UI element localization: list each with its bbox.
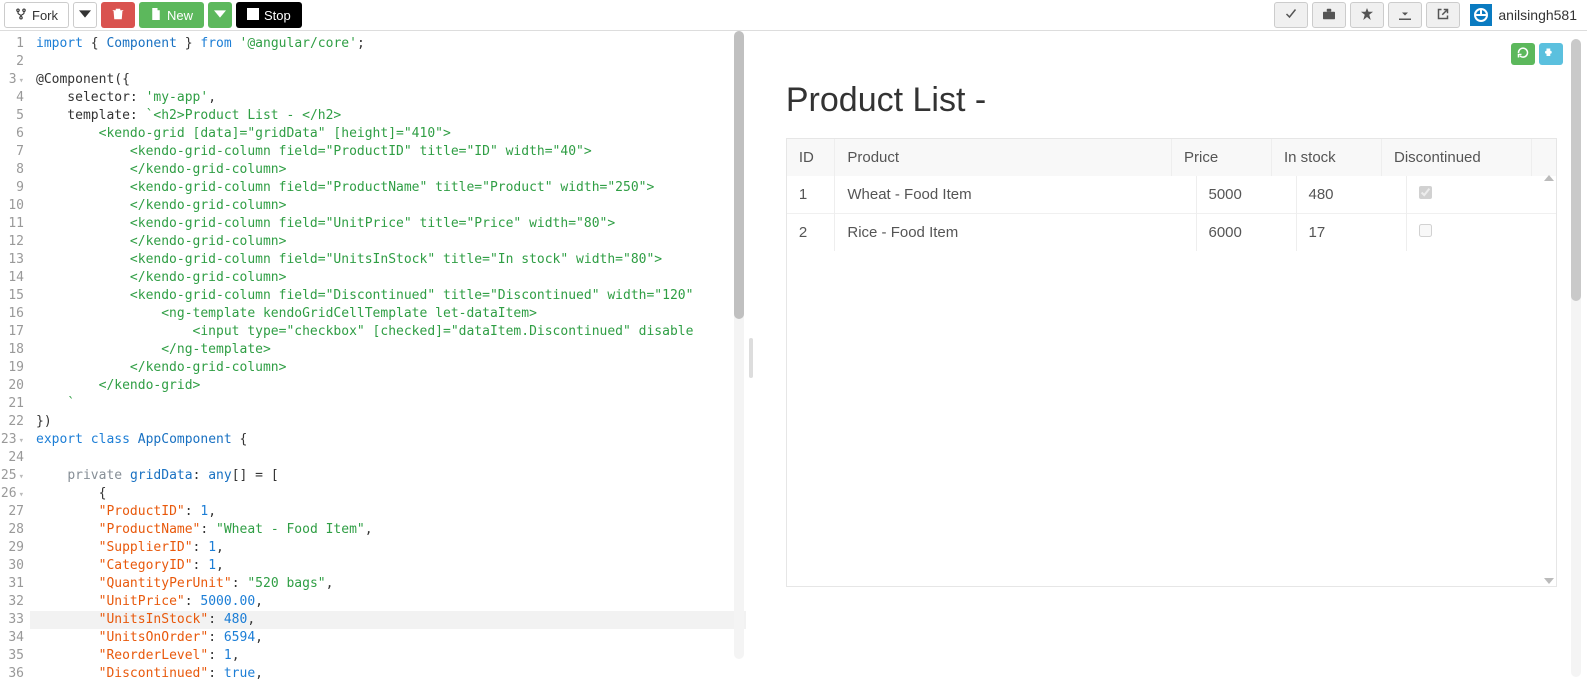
username-label: anilsingh581 — [1498, 7, 1577, 23]
new-button[interactable]: New — [139, 2, 204, 28]
external-link-icon — [1437, 8, 1449, 23]
briefcase-button[interactable] — [1312, 2, 1346, 28]
caret-down-icon — [79, 8, 91, 23]
caret-down-icon — [214, 8, 226, 23]
grid-scroll-up-icon[interactable] — [1544, 175, 1554, 181]
grid-col-id[interactable]: ID — [787, 139, 835, 176]
expand-preview-button[interactable] — [1539, 43, 1563, 65]
table-row[interactable]: 1Wheat - Food Item5000480 — [787, 176, 1556, 214]
star-icon — [1361, 8, 1373, 23]
trash-icon — [112, 8, 124, 23]
star-button[interactable] — [1350, 2, 1384, 28]
discontinued-checkbox — [1419, 224, 1432, 237]
preview-scrollbar-thumb[interactable] — [1571, 39, 1581, 301]
editor-pane: 1234567891011121314151617181920212223242… — [0, 31, 746, 685]
grid-col-price[interactable]: Price — [1172, 139, 1272, 176]
check-button[interactable] — [1274, 2, 1308, 28]
new-label: New — [167, 8, 193, 23]
user-avatar-icon — [1470, 4, 1492, 26]
grid-scroll-down-icon[interactable] — [1544, 578, 1554, 584]
download-button[interactable] — [1388, 2, 1422, 28]
fork-icon — [15, 8, 27, 23]
product-grid: IDProductPriceIn stockDiscontinued 1Whea… — [786, 138, 1557, 587]
preview-actions — [1511, 43, 1563, 65]
editor-code[interactable]: import { Component } from '@angular/core… — [30, 31, 746, 685]
open-external-button[interactable] — [1426, 2, 1460, 28]
workspace: 1234567891011121314151617181920212223242… — [0, 30, 1587, 685]
fork-label: Fork — [32, 8, 58, 23]
stop-button[interactable]: Stop — [236, 2, 302, 28]
topbar: Fork New Stop — [0, 0, 1587, 30]
preview-pane: Product List - IDProductPriceIn stockDis… — [756, 31, 1587, 685]
grid-body: 1Wheat - Food Item50004802Rice - Food It… — [787, 176, 1556, 251]
table-row[interactable]: 2Rice - Food Item600017 — [787, 214, 1556, 252]
refresh-icon — [1517, 46, 1529, 62]
grid-header: IDProductPriceIn stockDiscontinued — [787, 139, 1556, 176]
download-icon — [1399, 8, 1411, 23]
fork-button[interactable]: Fork — [4, 2, 69, 28]
grid-col-discontinued[interactable]: Discontinued — [1382, 139, 1532, 176]
discontinued-checkbox — [1419, 186, 1432, 199]
editor-scrollbar-thumb[interactable] — [734, 31, 744, 319]
briefcase-icon — [1323, 8, 1335, 23]
grid-col-in-stock[interactable]: In stock — [1272, 139, 1382, 176]
grid-col-product[interactable]: Product — [835, 139, 1172, 176]
editor-gutter: 1234567891011121314151617181920212223242… — [0, 31, 30, 685]
file-icon — [150, 8, 162, 23]
stop-icon — [247, 8, 259, 23]
new-dropdown[interactable] — [208, 2, 232, 28]
fork-dropdown[interactable] — [73, 2, 97, 28]
preview-title: Product List - — [786, 81, 1557, 120]
delete-button[interactable] — [101, 2, 135, 28]
user-block[interactable]: anilsingh581 — [1464, 4, 1583, 26]
refresh-preview-button[interactable] — [1511, 43, 1535, 65]
stop-label: Stop — [264, 8, 291, 23]
pane-splitter[interactable] — [746, 31, 756, 685]
grid-scrollbar[interactable] — [1542, 175, 1554, 584]
check-icon — [1285, 8, 1297, 23]
puzzle-icon — [1545, 46, 1557, 62]
